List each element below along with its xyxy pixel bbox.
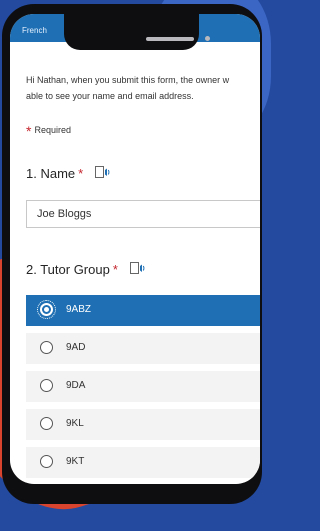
radio-button-icon[interactable] [40, 341, 53, 354]
option-label[interactable]: 9KT [66, 456, 84, 467]
phone-notch [64, 14, 210, 50]
option-9ad[interactable]: 9AD [26, 333, 260, 364]
question-2-required-star: * [112, 262, 118, 277]
phone-screen: French Hi Nathan, when you submit this f… [10, 14, 260, 484]
intro-line-1: Hi Nathan, when you submit this form, th… [26, 75, 230, 85]
question-2-title: 2. Tutor Group * [26, 262, 146, 277]
phone-frame: French Hi Nathan, when you submit this f… [2, 4, 262, 504]
option-label[interactable]: 9KL [66, 418, 84, 429]
radio-button-icon[interactable] [40, 379, 53, 392]
language-label[interactable]: French [22, 26, 47, 35]
option-9da[interactable]: 9DA [26, 371, 260, 402]
option-label[interactable]: 9DA [66, 380, 85, 391]
intro-line-2: able to see your name and email address. [26, 91, 194, 101]
option-9kt[interactable]: 9KT [26, 447, 260, 478]
required-star: * [26, 123, 32, 139]
option-label[interactable]: 9ABZ [66, 304, 91, 315]
immersive-reader-icon[interactable] [129, 262, 146, 276]
radio-button-icon[interactable] [37, 300, 56, 319]
earpiece-speaker [146, 37, 194, 41]
required-label: Required [34, 125, 71, 135]
name-field-value[interactable]: Joe Bloggs [37, 208, 91, 220]
option-label[interactable]: 9AD [66, 342, 85, 353]
required-note: * Required [26, 123, 71, 139]
immersive-reader-icon[interactable] [94, 166, 111, 180]
option-9abz[interactable]: 9ABZ [26, 295, 260, 326]
front-camera [205, 36, 210, 41]
question-1-label: 1. Name [26, 166, 76, 181]
question-1-title: 1. Name * [26, 166, 111, 181]
question-1-required-star: * [78, 166, 84, 181]
form-intro: Hi Nathan, when you submit this form, th… [26, 72, 260, 104]
option-9kl[interactable]: 9KL [26, 409, 260, 440]
name-field[interactable]: Joe Bloggs [26, 200, 260, 228]
radio-button-icon[interactable] [40, 417, 53, 430]
radio-button-icon[interactable] [40, 455, 53, 468]
question-2-label: 2. Tutor Group [26, 262, 110, 277]
